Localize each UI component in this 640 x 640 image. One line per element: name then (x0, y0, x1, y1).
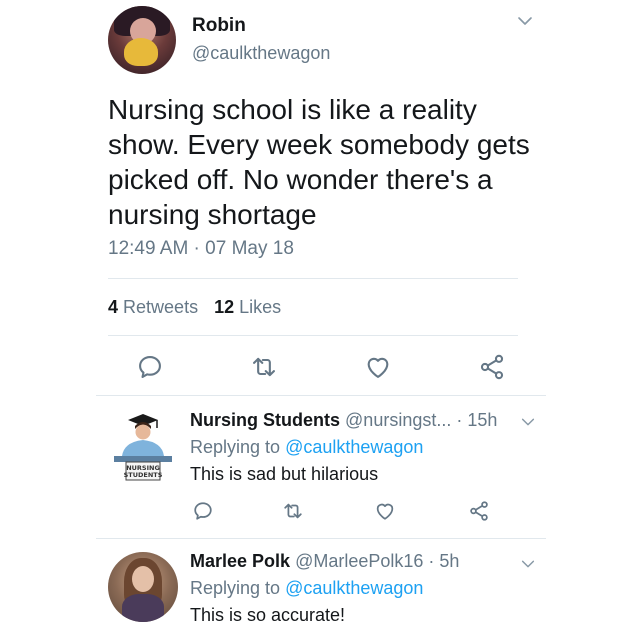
reply-time[interactable]: · 5h (428, 551, 459, 571)
reply-header: Marlee Polk @MarleePolk16 · 5h (190, 551, 459, 572)
reply-author-name[interactable]: Nursing Students (190, 410, 340, 430)
heart-icon[interactable] (374, 500, 396, 522)
reply-avatar-nursing-students[interactable]: NURSING STUDENTS (108, 412, 178, 484)
reply-author-handle[interactable]: @MarleePolk16 (295, 551, 423, 571)
divider (96, 538, 546, 539)
replying-to-handle[interactable]: @caulkthewagon (285, 437, 423, 457)
divider (108, 278, 518, 279)
reply-author-name[interactable]: Marlee Polk (190, 551, 290, 571)
reply-text: This is so accurate! (190, 605, 346, 625)
author-handle[interactable]: @caulkthewagon (192, 43, 330, 64)
reply-text: This is sad but hilarious (190, 464, 379, 484)
tweet-text: Nursing school is like a reality show. E… (108, 94, 530, 230)
share-icon[interactable] (468, 500, 490, 522)
retweets-label: Retweets (123, 297, 199, 317)
replying-to-prefix: Replying to (190, 578, 281, 598)
reply-time[interactable]: · 15h (456, 410, 497, 430)
replying-to-handle[interactable]: @caulkthewagon (285, 578, 423, 598)
likes-count: 12 (214, 297, 235, 317)
divider (108, 335, 518, 336)
reply-header: Nursing Students @nursingst... · 15h (190, 410, 497, 431)
reply-author-handle[interactable]: @nursingst... (345, 410, 451, 430)
reply-avatar-marlee-polk[interactable] (108, 552, 178, 622)
reply-icon[interactable] (136, 353, 164, 381)
retweets-count: 4 (108, 297, 119, 317)
tweet-stats: 4 Retweets 12 Likes (108, 297, 281, 318)
replying-to: Replying to @caulkthewagon (190, 437, 423, 458)
chevron-down-icon[interactable] (520, 556, 536, 572)
author-name[interactable]: Robin (192, 15, 246, 37)
chevron-down-icon[interactable] (520, 414, 536, 430)
reply-icon[interactable] (192, 500, 214, 522)
replying-to: Replying to @caulkthewagon (190, 578, 423, 599)
author-avatar[interactable] (108, 6, 176, 74)
retweet-icon[interactable] (250, 353, 278, 381)
svg-text:STUDENTS: STUDENTS (124, 471, 163, 479)
share-icon[interactable] (478, 353, 506, 381)
chevron-down-icon[interactable] (516, 12, 534, 30)
divider (96, 395, 546, 396)
heart-icon[interactable] (364, 353, 392, 381)
retweets-stat[interactable]: 4 Retweets (108, 297, 198, 318)
retweet-icon[interactable] (282, 500, 304, 522)
replying-to-prefix: Replying to (190, 437, 281, 457)
likes-stat[interactable]: 12 Likes (214, 297, 281, 318)
tweet-timestamp[interactable]: 12:49 AM · 07 May 18 (108, 238, 294, 260)
likes-label: Likes (239, 297, 282, 317)
